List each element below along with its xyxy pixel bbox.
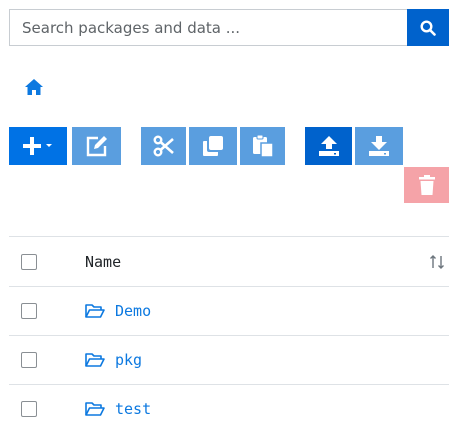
search-button[interactable] <box>407 9 449 46</box>
cut-button[interactable] <box>141 127 186 165</box>
row-checkbox[interactable] <box>21 303 37 319</box>
table-row: test <box>9 384 449 432</box>
upload-button[interactable] <box>305 127 352 165</box>
delete-button[interactable] <box>404 167 449 203</box>
edit-button[interactable] <box>72 127 121 165</box>
search-input[interactable] <box>9 9 407 46</box>
copy-icon <box>203 136 223 156</box>
download-icon <box>369 136 389 156</box>
folder-link[interactable]: Demo <box>85 302 151 320</box>
file-table: Name Demo pkg test <box>9 236 449 432</box>
upload-icon <box>318 136 339 156</box>
download-button[interactable] <box>355 127 403 165</box>
trash-icon <box>418 175 435 195</box>
folder-open-icon <box>85 402 105 416</box>
folder-name: Demo <box>115 302 152 320</box>
home-breadcrumb-link[interactable] <box>24 78 44 96</box>
plus-caret-icon <box>23 137 52 155</box>
add-button[interactable] <box>9 127 67 165</box>
search-bar <box>9 9 449 46</box>
sort-icon[interactable] <box>425 254 449 269</box>
folder-name: test <box>115 400 152 418</box>
select-all-checkbox[interactable] <box>21 253 37 270</box>
row-checkbox[interactable] <box>21 401 37 417</box>
name-column-header[interactable]: Name <box>85 253 425 271</box>
table-row: pkg <box>9 335 449 384</box>
search-icon <box>420 19 436 36</box>
table-header-row: Name <box>9 236 449 286</box>
edit-icon <box>86 136 107 157</box>
folder-open-icon <box>85 353 105 367</box>
folder-link[interactable]: test <box>85 400 151 418</box>
row-checkbox[interactable] <box>21 352 37 368</box>
folder-link[interactable]: pkg <box>85 351 142 369</box>
paste-icon <box>252 134 274 158</box>
table-row: Demo <box>9 286 449 335</box>
folder-open-icon <box>85 304 105 318</box>
scissors-icon <box>153 135 174 157</box>
copy-button[interactable] <box>189 127 237 165</box>
folder-name: pkg <box>115 351 143 369</box>
paste-button[interactable] <box>240 127 285 165</box>
home-icon <box>25 79 43 95</box>
